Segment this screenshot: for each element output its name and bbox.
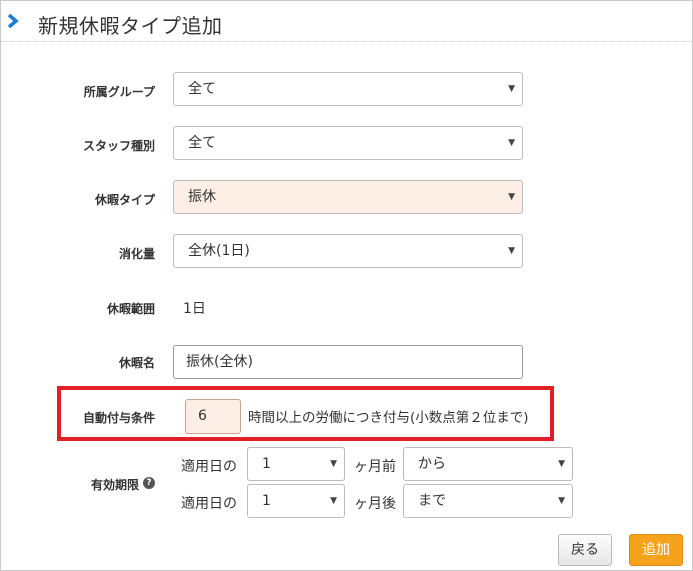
auto-grant-hours-value: 6	[198, 408, 207, 424]
validity-row2-unit: ヶ月後	[354, 496, 396, 512]
validity-row2-months-select[interactable]: 1 ▼	[247, 484, 345, 518]
dropdown-arrow-icon: ▼	[508, 246, 515, 256]
range-value: 1日	[183, 301, 206, 317]
validity-row2-direction-select[interactable]: まで ▼	[403, 484, 573, 518]
group-label: 所属グループ	[83, 85, 155, 99]
range-label: 休暇範囲	[106, 302, 155, 316]
validity-row1-months-value: 1	[262, 456, 271, 472]
staff-type-select-value: 全て	[188, 135, 216, 151]
help-icon[interactable]: ?	[143, 477, 155, 489]
name-input[interactable]: 振休(全休)	[173, 345, 523, 379]
validity-row1-direction-select[interactable]: から ▼	[403, 447, 573, 481]
consumption-select-value: 全休(1日)	[188, 243, 250, 259]
validity-row1-prefix: 適用日の	[181, 459, 237, 475]
validity-row1-months-select[interactable]: 1 ▼	[247, 447, 345, 481]
consumption-label: 消化量	[118, 247, 155, 261]
group-select-value: 全て	[188, 81, 216, 97]
group-select[interactable]: 全て ▼	[173, 72, 523, 106]
dialog-frame: 新規休暇タイプ追加 所属グループ 全て ▼ スタッフ種別 全て ▼ 休暇タイプ …	[0, 0, 693, 571]
name-label: 休暇名	[118, 356, 155, 370]
dropdown-arrow-icon: ▼	[508, 138, 515, 148]
dropdown-arrow-icon: ▼	[330, 459, 337, 469]
back-button[interactable]: 戻る	[558, 534, 612, 566]
add-button[interactable]: 追加	[629, 534, 683, 566]
leave-type-select[interactable]: 振休 ▼	[173, 180, 523, 214]
leave-type-label: 休暇タイプ	[94, 193, 155, 207]
validity-label: 有効期限	[90, 478, 139, 492]
dropdown-arrow-icon: ▼	[330, 496, 337, 506]
validity-row2-direction-value: まで	[418, 493, 446, 509]
auto-grant-hours-input[interactable]: 6	[185, 399, 241, 434]
dropdown-arrow-icon: ▼	[558, 459, 565, 469]
dropdown-arrow-icon: ▼	[508, 192, 515, 202]
validity-row1-direction-value: から	[418, 456, 446, 472]
staff-type-select[interactable]: 全て ▼	[173, 126, 523, 160]
chevron-right-icon	[7, 14, 19, 28]
consumption-select[interactable]: 全休(1日) ▼	[173, 234, 523, 268]
staff-type-label: スタッフ種別	[82, 139, 155, 153]
auto-grant-text: 時間以上の労働につき付与(小数点第２位まで)	[248, 410, 529, 426]
auto-grant-label: 自動付与条件	[82, 411, 155, 425]
dropdown-arrow-icon: ▼	[508, 84, 515, 94]
validity-row2-prefix: 適用日の	[181, 496, 237, 512]
dropdown-arrow-icon: ▼	[558, 496, 565, 506]
page-title: 新規休暇タイプ追加	[38, 14, 223, 38]
leave-type-select-value: 振休	[188, 189, 216, 205]
title-bar: 新規休暇タイプ追加	[1, 1, 692, 42]
validity-row1-unit: ヶ月前	[354, 459, 396, 475]
name-input-value: 振休(全休)	[186, 354, 253, 370]
validity-row2-months-value: 1	[262, 493, 271, 509]
